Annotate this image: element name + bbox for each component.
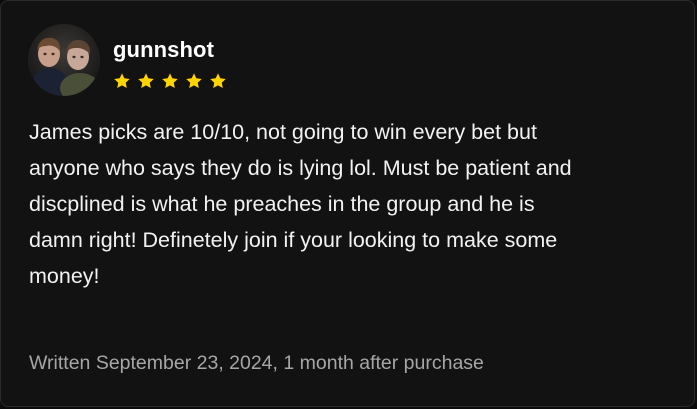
star-icon bbox=[114, 73, 130, 89]
user-avatar-icon bbox=[28, 24, 100, 96]
star-icon bbox=[138, 73, 154, 89]
avatar[interactable] bbox=[28, 24, 100, 96]
review-text: James picks are 10/10, not going to win … bbox=[29, 120, 572, 288]
review-card: gunnshot James picks are 10/10, not goin… bbox=[0, 0, 695, 407]
review-date: Written September 23, 2024, 1 month afte… bbox=[29, 352, 484, 374]
star-icon bbox=[162, 73, 178, 89]
star-rating bbox=[113, 72, 227, 92]
star-icon bbox=[210, 73, 226, 89]
star-icon bbox=[186, 73, 202, 89]
username[interactable]: gunnshot bbox=[113, 37, 214, 63]
